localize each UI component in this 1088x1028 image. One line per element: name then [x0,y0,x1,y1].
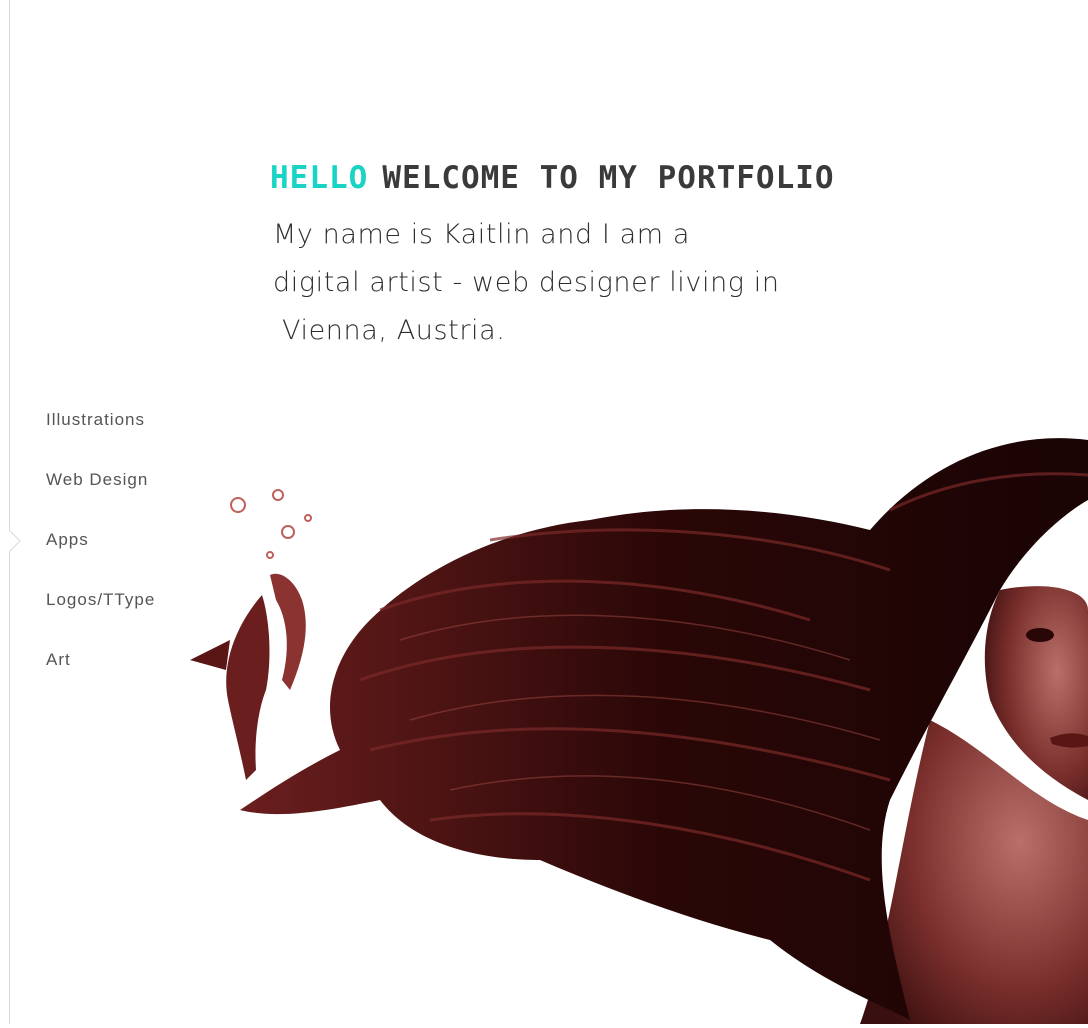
hero-artwork [170,420,1088,1024]
welcome-label: WELCOME TO MY PORTFOLIO [382,160,835,196]
page-heading: HELLO WELCOME TO MY PORTFOLIO [270,160,835,196]
active-indicator-notch [9,530,21,552]
intro-line-2: digital artist - web designer living in [273,267,780,298]
intro-text: My name is Kaitlin and I am a digital ar… [273,211,893,355]
nav-item-apps[interactable]: Apps [46,525,155,585]
hello-label: HELLO [270,160,369,196]
intro-line-1: My name is Kaitlin and I am a [273,219,691,250]
nav-item-illustrations[interactable]: Illustrations [46,405,155,465]
nav-item-art[interactable]: Art [46,645,155,705]
left-rail-line [9,0,10,1024]
nav-item-web-design[interactable]: Web Design [46,465,155,525]
main-nav: Illustrations Web Design Apps Logos/TTyp… [46,405,155,705]
artwork-illustration-icon [190,438,1088,1024]
nav-item-logos-ttype[interactable]: Logos/TType [46,585,155,645]
intro-line-3: Vienna, Austria. [282,315,506,346]
